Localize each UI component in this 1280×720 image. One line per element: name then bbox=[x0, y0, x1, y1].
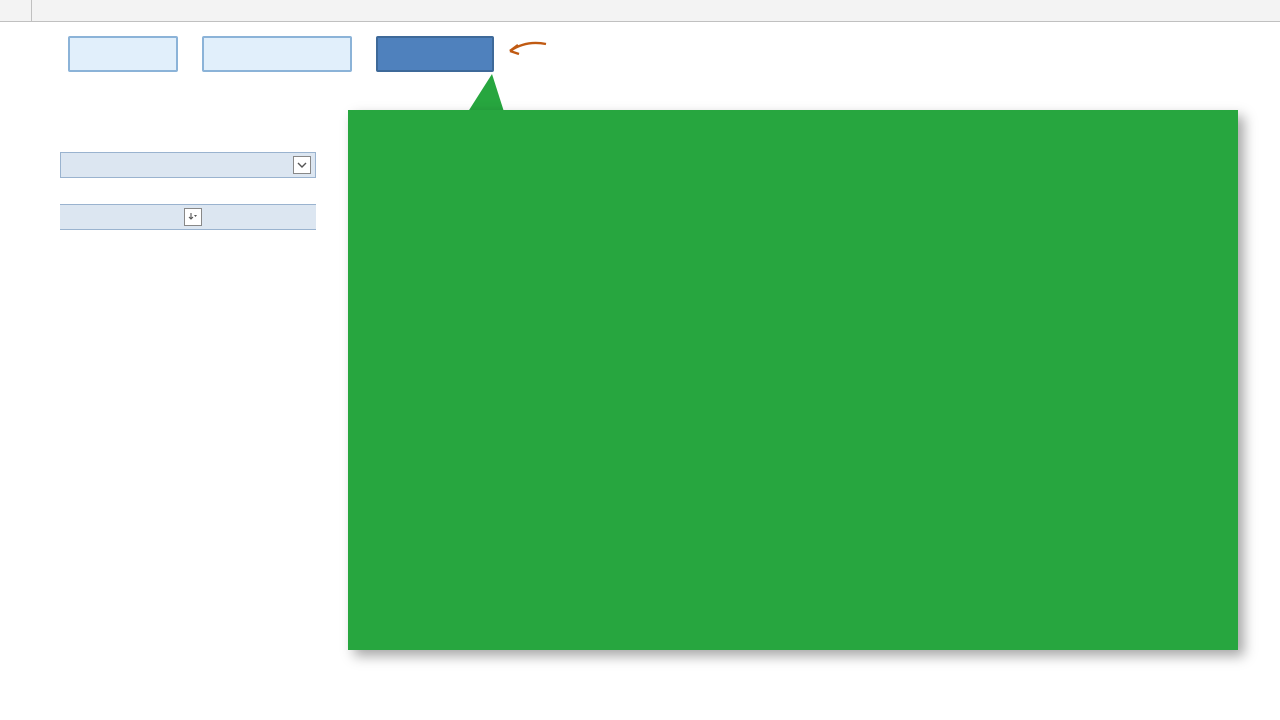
spreadsheet bbox=[0, 0, 1280, 720]
select-all-corner[interactable] bbox=[0, 0, 32, 21]
pivot-header-row bbox=[60, 204, 316, 230]
customer-button[interactable] bbox=[202, 36, 352, 72]
grid-area[interactable] bbox=[32, 22, 1280, 720]
region-button[interactable] bbox=[68, 36, 178, 72]
chevron-down-icon bbox=[297, 160, 307, 170]
column-header-row bbox=[0, 0, 1280, 22]
title-callout bbox=[348, 110, 1238, 650]
sort-arrow-icon bbox=[188, 212, 198, 222]
pivot-filter-row bbox=[60, 152, 316, 178]
pivot-rowfield-dropdown[interactable] bbox=[184, 208, 202, 226]
salesperson-button[interactable] bbox=[376, 36, 494, 72]
pivot-filter-dropdown[interactable] bbox=[293, 156, 311, 174]
arrow-icon bbox=[506, 40, 548, 68]
